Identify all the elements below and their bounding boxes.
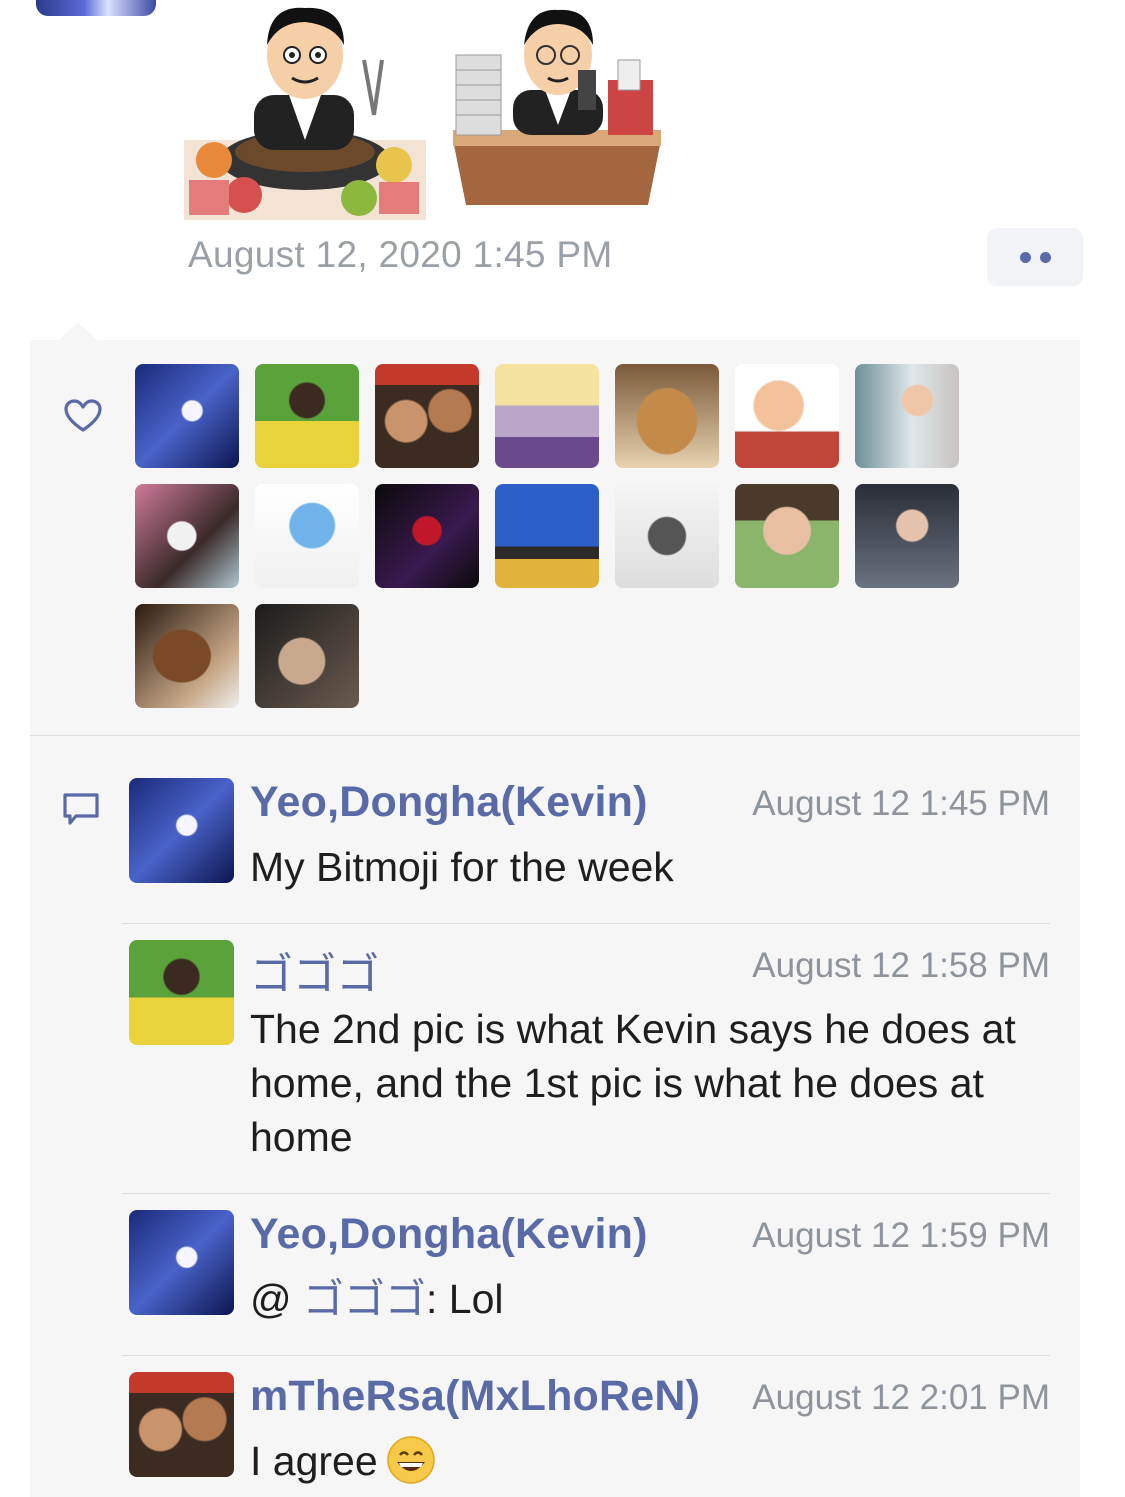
panel-divider xyxy=(30,735,1080,736)
heart-icon[interactable] xyxy=(64,399,102,433)
reactor-avatar[interactable] xyxy=(855,484,959,588)
mention-link[interactable]: ゴゴゴ xyxy=(303,1276,426,1322)
comment-separator xyxy=(122,1355,1050,1356)
avatar[interactable] xyxy=(129,1372,234,1477)
comment-icon[interactable] xyxy=(62,792,100,828)
reactor-avatar[interactable] xyxy=(375,484,479,588)
avatar[interactable] xyxy=(129,778,234,883)
comment-text: @ ゴゴゴ: Lol xyxy=(250,1272,1060,1326)
reactor-avatar[interactable] xyxy=(375,364,479,468)
comment-time: August 12 1:58 PM xyxy=(752,946,1050,985)
comment-text: The 2nd pic is what Kevin says he does a… xyxy=(250,1006,1016,1160)
comment-time: August 12 1:59 PM xyxy=(752,1216,1050,1255)
reactor-avatar[interactable] xyxy=(615,364,719,468)
comment-item: Yeo,Dongha(Kevin) August 12 1:59 PM @ ゴゴ… xyxy=(122,1210,1050,1322)
comment-text-content: I agree xyxy=(250,1438,378,1484)
reactor-avatar[interactable] xyxy=(135,364,239,468)
post-timestamp: August 12, 2020 1:45 PM xyxy=(188,234,613,275)
comment-author[interactable]: ゴゴゴ xyxy=(250,940,380,1002)
comment-author[interactable]: Yeo,Dongha(Kevin) xyxy=(250,1210,648,1259)
more-dots-icon-dot xyxy=(1039,251,1051,263)
comment-author[interactable]: Yeo,Dongha(Kevin) xyxy=(250,778,648,827)
reactor-avatar[interactable] xyxy=(855,364,959,468)
comment-item: ゴゴゴ August 12 1:58 PM The 2nd pic is wha… xyxy=(122,940,1050,1170)
comment-time: August 12 2:01 PM xyxy=(752,1378,1050,1417)
comment-separator-wrapper xyxy=(122,1355,1050,1356)
reactor-avatar[interactable] xyxy=(615,484,719,588)
grinning-face-emoji xyxy=(386,1436,435,1484)
reactor-avatar[interactable] xyxy=(495,364,599,468)
reactor-avatar[interactable] xyxy=(255,604,359,708)
reactor-avatar[interactable] xyxy=(735,364,839,468)
reactor-avatar[interactable] xyxy=(255,364,359,468)
bitmoji-desk-work-sticker[interactable] xyxy=(448,0,666,220)
comment-text-after-mention: : Lol xyxy=(426,1276,504,1322)
reactor-avatar[interactable] xyxy=(135,604,239,708)
avatar[interactable] xyxy=(129,1210,234,1315)
comment-item: Yeo,Dongha(Kevin) August 12 1:45 PM My B… xyxy=(122,778,1050,890)
comment-item: mTheRsa(MxLhoReN) August 12 2:01 PM I ag… xyxy=(122,1372,1050,1484)
more-options-button[interactable] xyxy=(987,228,1083,286)
mention-prefix: @ xyxy=(250,1276,304,1322)
comment-separator-wrapper xyxy=(122,1193,1050,1194)
comment-time: August 12 1:45 PM xyxy=(752,784,1050,823)
avatar[interactable] xyxy=(129,940,234,1045)
comment-author[interactable]: mTheRsa(MxLhoReN) xyxy=(250,1372,700,1421)
reactor-avatar-grid xyxy=(135,364,975,708)
bitmoji-bbq-sticker[interactable] xyxy=(184,0,426,220)
reactor-avatar[interactable] xyxy=(255,484,359,588)
comment-text: My Bitmoji for the week xyxy=(250,844,674,890)
comment-text: I agree xyxy=(250,1434,1060,1488)
reactor-avatar[interactable] xyxy=(495,484,599,588)
previous-avatar-partial xyxy=(36,0,156,16)
comment-separator xyxy=(122,1193,1050,1194)
more-dots-icon xyxy=(1019,251,1031,263)
reactor-avatar[interactable] xyxy=(735,484,839,588)
comment-separator-wrapper xyxy=(122,923,1050,924)
panel-pointer xyxy=(58,322,98,341)
comment-separator xyxy=(122,923,1050,924)
reactor-avatar[interactable] xyxy=(135,484,239,588)
